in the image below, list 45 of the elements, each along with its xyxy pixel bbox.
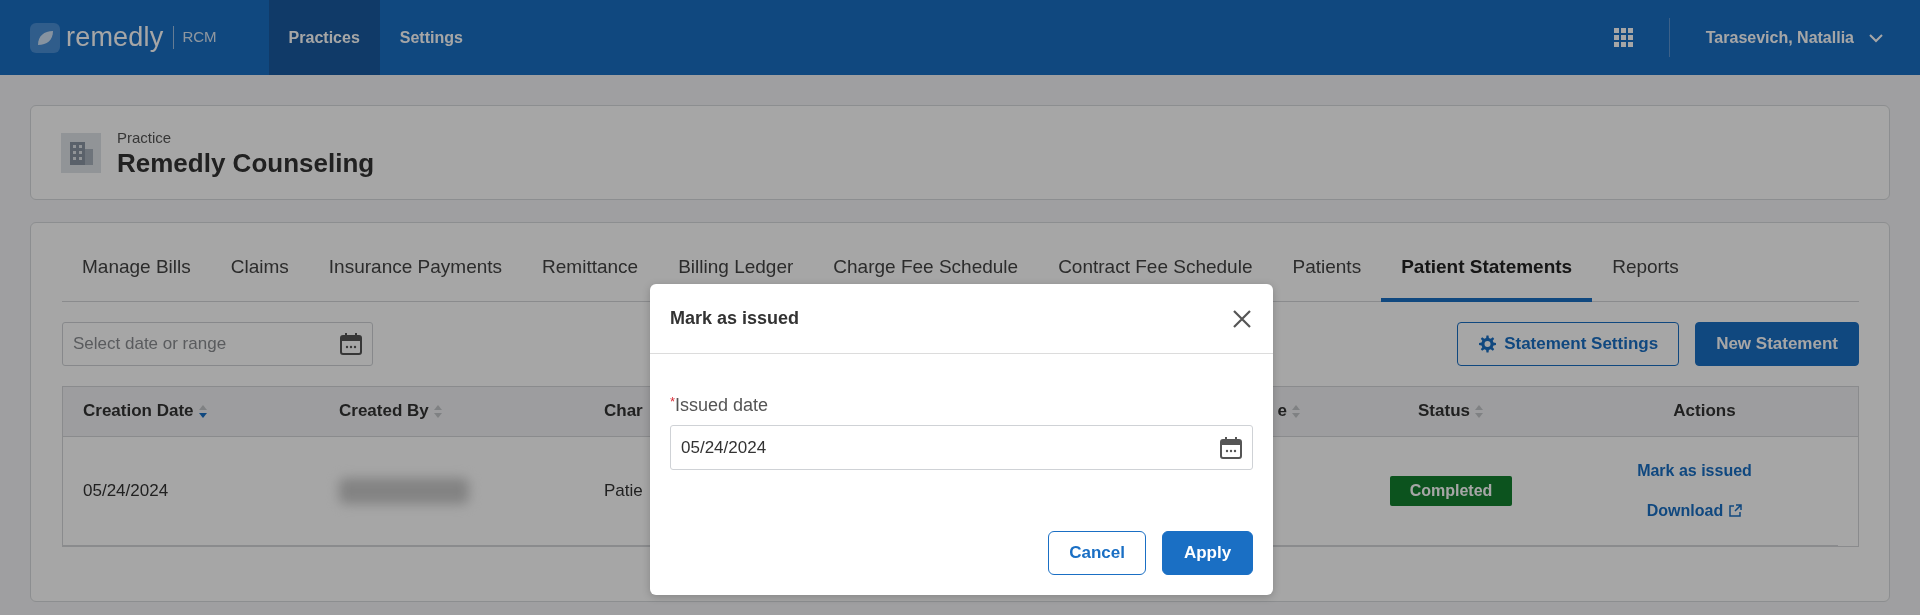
modal-button[interactable]: Cancel <box>1048 531 1146 575</box>
tab[interactable]: Patients <box>1272 243 1382 302</box>
tab[interactable]: Insurance Payments <box>308 243 523 302</box>
leaf-logo-icon <box>30 22 60 53</box>
practice-name: Remedly Counseling <box>117 149 375 179</box>
product-label: RCM <box>173 26 217 49</box>
building-icon <box>61 132 101 173</box>
apps-grid-icon[interactable] <box>1613 28 1633 47</box>
action-link[interactable]: Download <box>1646 498 1743 523</box>
close-button[interactable] <box>1231 307 1253 330</box>
column-header: Creation Date <box>83 400 194 423</box>
tab[interactable]: Patient Statements <box>1381 243 1593 302</box>
column-header: Actions <box>1673 400 1736 423</box>
tab[interactable]: Claims <box>210 243 309 302</box>
tab[interactable]: Contract Fee Schedule <box>1038 243 1273 302</box>
tab[interactable]: Manage Bills <box>62 243 211 302</box>
action-link[interactable]: Mark as issued <box>1637 458 1752 483</box>
modal-title: Mark as issued <box>670 307 800 330</box>
close-icon <box>1231 307 1253 330</box>
nav-tab[interactable]: Practices <box>268 0 380 75</box>
logo-text: remedly <box>66 21 164 55</box>
chevron-down-icon <box>1868 32 1884 43</box>
date-range-field[interactable]: Select date or range <box>62 321 373 366</box>
status-badge: Completed <box>1389 475 1513 506</box>
table-cell-text: 05/24/2024 <box>83 479 169 502</box>
tab[interactable]: Remittance <box>522 243 659 302</box>
gear-icon <box>1478 334 1497 353</box>
toolbar-button[interactable]: New Statement <box>1695 321 1859 366</box>
date-field[interactable]: 05/24/2024 <box>670 425 1253 470</box>
calendar-icon <box>1219 435 1243 460</box>
toolbar-button[interactable]: Statement Settings <box>1457 321 1680 366</box>
tab[interactable]: Reports <box>1592 243 1699 302</box>
practice-caption: Practice <box>117 127 173 148</box>
column-header: Created By <box>339 400 429 423</box>
field-label: *Issued date <box>670 393 770 417</box>
table-cell-text: Patie <box>604 479 643 502</box>
user-menu[interactable]: Tarasevich, Natallia <box>1668 18 1890 57</box>
tab[interactable]: Billing Ledger <box>658 243 814 302</box>
column-header: e <box>1277 400 1287 423</box>
column-header: Char <box>604 400 643 423</box>
calendar-icon <box>339 331 363 356</box>
column-header: Status <box>1418 400 1470 423</box>
modal-button[interactable]: Apply <box>1162 531 1253 575</box>
tab[interactable]: Charge Fee Schedule <box>813 243 1039 302</box>
external-link-icon <box>1729 504 1743 517</box>
